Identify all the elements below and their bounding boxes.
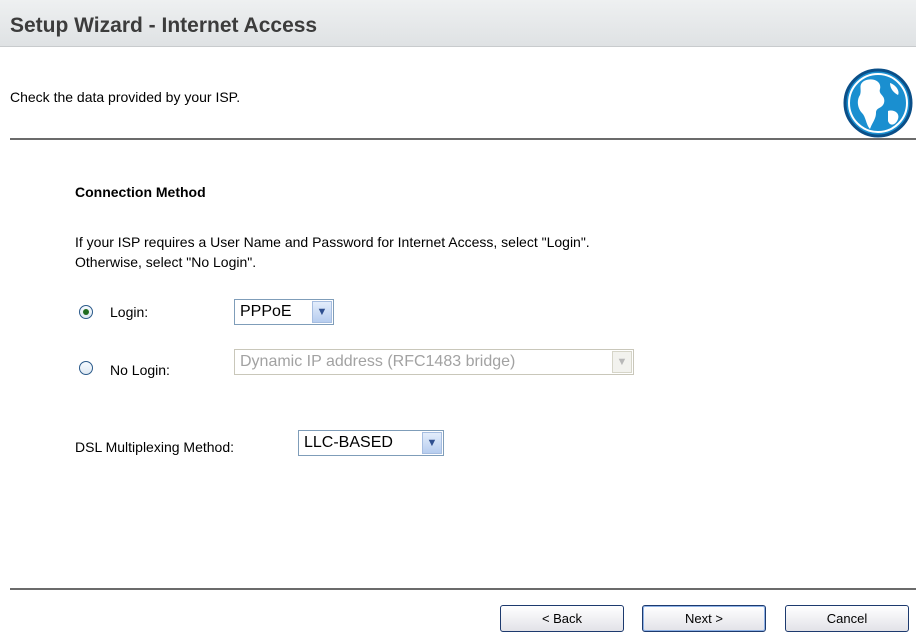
chevron-down-icon: ▼: [612, 351, 632, 373]
nologin-type-value: Dynamic IP address (RFC1483 bridge): [240, 353, 516, 370]
dsl-method-value: LLC-BASED: [304, 434, 393, 451]
subheader: Check the data provided by your ISP.: [0, 47, 916, 139]
login-label: Login:: [110, 304, 149, 320]
page-title: Setup Wizard - Internet Access: [10, 14, 318, 37]
back-button[interactable]: < Back: [500, 605, 624, 632]
nologin-type-select[interactable]: Dynamic IP address (RFC1483 bridge) ▼: [234, 349, 634, 375]
next-button[interactable]: Next >: [642, 605, 766, 632]
nologin-label: No Login:: [110, 362, 170, 378]
chevron-down-icon[interactable]: ▼: [422, 432, 442, 454]
info-line-1: If your ISP requires a User Name and Pas…: [75, 234, 590, 250]
title-bar: Setup Wizard - Internet Access: [0, 0, 916, 47]
globe-icon: [843, 68, 913, 138]
info-line-2: Otherwise, select "No Login".: [75, 254, 257, 270]
login-type-value: PPPoE: [240, 303, 292, 320]
section-title: Connection Method: [75, 184, 206, 200]
info-text: If your ISP requires a User Name and Pas…: [75, 232, 590, 272]
nologin-radio[interactable]: [79, 361, 93, 375]
dsl-label: DSL Multiplexing Method:: [75, 439, 235, 455]
dsl-method-select[interactable]: LLC-BASED ▼: [298, 430, 444, 456]
divider-bottom: [10, 588, 916, 590]
cancel-button[interactable]: Cancel: [785, 605, 909, 632]
chevron-down-icon[interactable]: ▼: [312, 301, 332, 323]
login-radio[interactable]: [79, 305, 93, 319]
subheader-text: Check the data provided by your ISP.: [10, 89, 241, 105]
divider-top: [10, 138, 916, 140]
login-type-select[interactable]: PPPoE ▼: [234, 299, 334, 325]
